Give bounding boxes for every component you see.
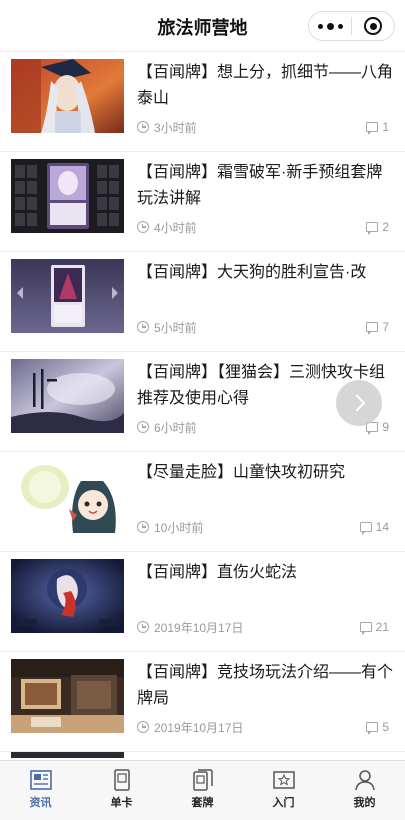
next-page-button[interactable] <box>336 380 382 426</box>
tab-news[interactable]: 资讯 <box>0 761 81 820</box>
article-time: 2019年10月17日 <box>154 620 244 635</box>
clock-icon <box>137 721 149 733</box>
clock-icon <box>137 421 149 433</box>
comment-icon <box>359 522 372 535</box>
comment-count: 5 <box>382 720 389 734</box>
article-item[interactable]: 【百闻牌】竞技场玩法介绍——有个牌局 2019年10月17日 5 <box>0 652 405 752</box>
article-thumbnail <box>11 359 124 433</box>
tab-label: 套牌 <box>191 797 214 809</box>
article-item[interactable]: 【百闻牌】霜雪破军·新手预组套牌玩法讲解 4小时前 2 <box>0 152 405 252</box>
tab-single-card[interactable]: 单卡 <box>81 761 162 820</box>
article-title: 【百闻牌】霜雪破军·新手预组套牌玩法讲解 <box>137 164 383 207</box>
target-icon <box>364 17 382 35</box>
tab-label: 我的 <box>353 797 376 809</box>
tab-label: 入门 <box>272 797 295 809</box>
dot-icon <box>326 22 334 30</box>
article-meta: 2019年10月17日 21 <box>137 618 389 636</box>
bottom-tab-bar: 资讯 单卡 套牌 入门 我的 <box>0 760 405 820</box>
tab-label: 单卡 <box>110 797 133 809</box>
chevron-right-icon <box>348 394 365 412</box>
profile-icon <box>354 768 376 792</box>
article-item[interactable]: 【百闻牌】想上分，抓细节——八角泰山 3小时前 1 <box>0 52 405 152</box>
article-time: 3小时前 <box>154 120 197 135</box>
article-time: 10小时前 <box>154 520 204 535</box>
clock-icon <box>137 121 149 133</box>
news-icon <box>29 768 52 792</box>
clock-icon <box>137 621 149 633</box>
article-thumbnail <box>11 59 124 133</box>
tab-deck[interactable]: 套牌 <box>162 761 243 820</box>
article-title: 【百闻牌】想上分，抓细节——八角泰山 <box>137 64 393 107</box>
comment-count: 14 <box>375 520 389 534</box>
article-meta: 2019年10月17日 5 <box>137 718 389 736</box>
comment-icon <box>366 722 379 735</box>
deck-icon <box>192 768 214 792</box>
miniprogram-capsule <box>308 11 395 41</box>
comment-icon <box>366 122 379 135</box>
article-thumbnail <box>11 559 124 633</box>
article-time: 6小时前 <box>154 420 197 435</box>
article-meta: 4小时前 2 <box>137 218 389 236</box>
clock-icon <box>137 521 149 533</box>
article-time: 4小时前 <box>154 220 197 235</box>
article-item[interactable]: 【百闻牌】大天狗的胜利宣告·改 5小时前 7 <box>0 252 405 352</box>
article-item[interactable]: 【尽量走脸】山童快攻初研究 10小时前 14 <box>0 452 405 552</box>
article-title: 【尽量走脸】山童快攻初研究 <box>137 464 346 481</box>
comment-count: 9 <box>382 420 389 434</box>
navigation-bar: 旅法师营地 <box>0 0 405 52</box>
article-thumbnail <box>11 259 124 333</box>
comment-icon <box>366 322 379 335</box>
guide-icon <box>272 768 295 792</box>
article-title: 【百闻牌】直伤火蛇法 <box>137 564 298 581</box>
next-article-thumbnail-peek <box>11 752 124 758</box>
clock-icon <box>137 221 149 233</box>
more-options-button[interactable] <box>309 12 351 40</box>
close-miniprogram-button[interactable] <box>352 12 394 40</box>
dot-icon <box>317 23 323 29</box>
article-thumbnail <box>11 659 124 733</box>
article-meta: 3小时前 1 <box>137 118 389 136</box>
article-title: 【百闻牌】大天狗的胜利宣告·改 <box>137 264 367 281</box>
article-thumbnail <box>11 159 124 233</box>
clock-icon <box>137 321 149 333</box>
article-thumbnail <box>11 459 124 533</box>
article-time: 2019年10月17日 <box>154 720 244 735</box>
comment-count: 1 <box>382 120 389 134</box>
comment-count: 2 <box>382 220 389 234</box>
article-meta: 10小时前 14 <box>137 518 389 536</box>
tab-guide[interactable]: 入门 <box>243 761 324 820</box>
dot-icon <box>337 23 343 29</box>
tab-label: 资讯 <box>29 797 52 809</box>
comment-count: 7 <box>382 320 389 334</box>
card-icon <box>111 768 133 792</box>
article-title: 【百闻牌】竞技场玩法介绍——有个牌局 <box>137 664 393 707</box>
comment-count: 21 <box>375 620 389 634</box>
article-meta: 5小时前 7 <box>137 318 389 336</box>
tab-profile[interactable]: 我的 <box>324 761 405 820</box>
comment-icon <box>359 622 372 635</box>
article-item[interactable]: 【百闻牌】直伤火蛇法 2019年10月17日 21 <box>0 552 405 652</box>
article-time: 5小时前 <box>154 320 197 335</box>
comment-icon <box>366 222 379 235</box>
